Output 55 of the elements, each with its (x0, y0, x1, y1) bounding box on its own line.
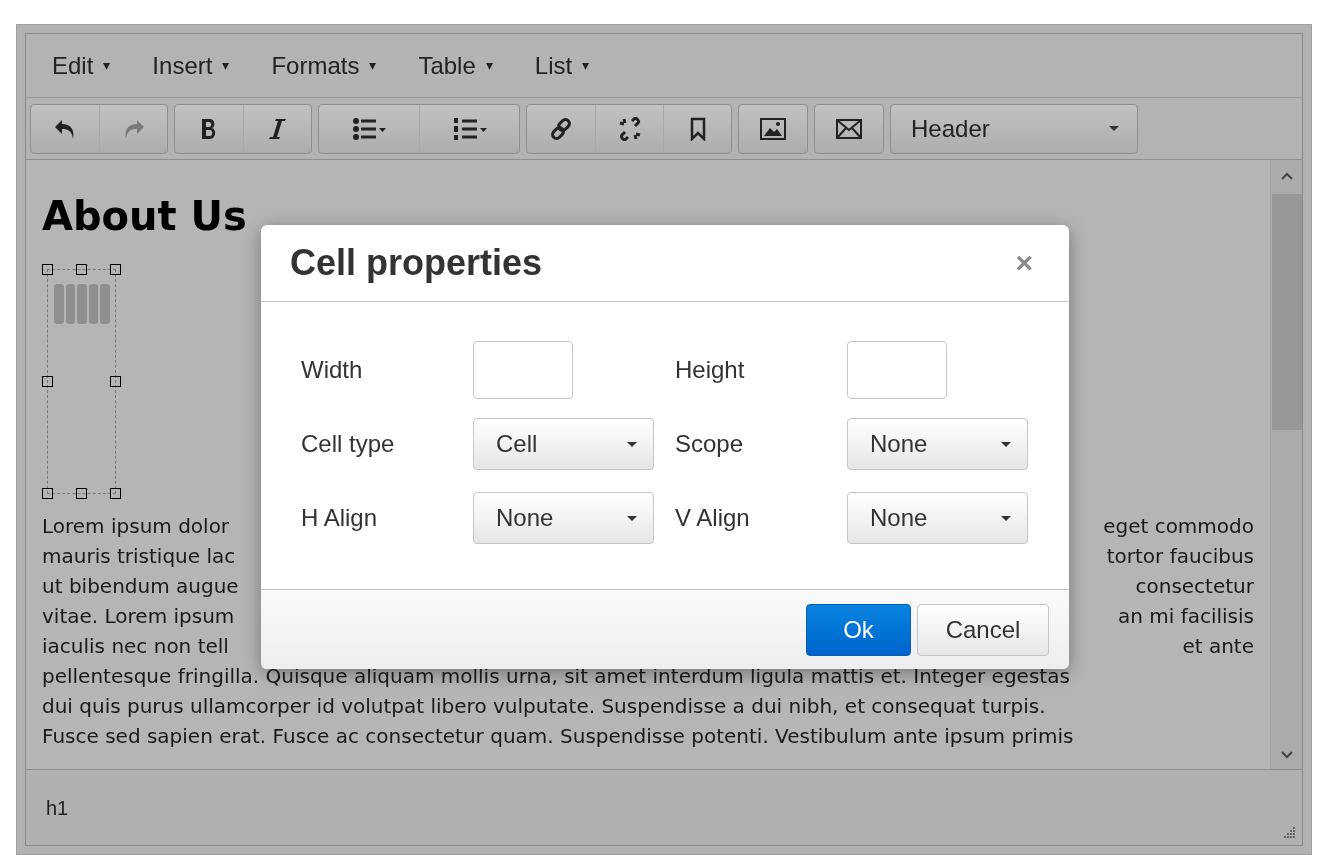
field-label: V Align (675, 503, 751, 533)
menu-item[interactable]: Insert ▾ (140, 45, 242, 86)
menu-item[interactable]: List ▾ (522, 45, 602, 86)
caret-icon (1001, 441, 1011, 447)
paragraph-text: an mi facilisis (1117, 603, 1254, 630)
field-label: H Align (301, 503, 379, 533)
menu-item[interactable]: Table ▾ (406, 45, 505, 86)
dropdown[interactable]: None (847, 492, 1028, 544)
dropdown[interactable]: None (847, 418, 1028, 470)
format-dropdown[interactable]: Header (890, 103, 1138, 154)
paragraph-line: pellentesque fringilla. Quisque aliquam mollis urna, sit amet interdum ligula mattis et. Integer egestas (42, 663, 1070, 690)
close-button[interactable]: × (1015, 248, 1033, 278)
field-label: Height (675, 355, 746, 385)
paragraph-text: vitae. Lorem ipsum (42, 603, 235, 630)
dropdown[interactable]: None (473, 492, 654, 544)
field-label: Width (301, 355, 364, 385)
text-input[interactable] (847, 341, 947, 399)
cancel-button[interactable]: Cancel (917, 603, 1049, 656)
field-label: Cell type (301, 429, 396, 459)
element-path[interactable]: h1 (46, 792, 69, 823)
bookmark-icon (688, 116, 707, 141)
image-icon (760, 117, 786, 140)
paragraph-text: eget commodo (1103, 513, 1254, 540)
dialog-title: Cell properties (290, 241, 543, 285)
paragraph-line: dui quis purus ullamcorper id volutpat libero vulputate. Suspendisse a dui nibh, et consequat turpis. (42, 693, 1046, 720)
resize-handle-icon[interactable] (1282, 825, 1296, 839)
link-icon (549, 116, 573, 141)
ok-button[interactable]: Ok (806, 603, 911, 656)
caret-icon (627, 515, 637, 521)
text-input[interactable] (473, 341, 573, 399)
paragraph-text: ut bibendum augue (42, 573, 239, 600)
italic-icon (267, 116, 288, 141)
dropdown[interactable]: Cell (473, 418, 654, 470)
envelope-icon (836, 118, 862, 139)
caret-icon (1109, 126, 1119, 131)
scrollbar-thumb[interactable] (1271, 194, 1302, 430)
paragraph-line: Fusce sed sapien erat. Fusce ac consectetur quam. Suspendisse potenti. Vestibulum ante ipsum primis (42, 723, 1074, 750)
bullet-list-icon (352, 116, 386, 141)
page-heading: About Us (42, 196, 248, 236)
paragraph-text: consectetur (1135, 573, 1254, 600)
paragraph-text: mauris tristique lac (42, 543, 236, 570)
menu-item[interactable]: Edit ▾ (40, 45, 123, 86)
caret-icon (627, 441, 637, 447)
field-label: Scope (675, 429, 745, 459)
paragraph-text: et ante (1182, 633, 1254, 660)
paragraph-text: Lorem ipsum dolor (42, 513, 230, 540)
paragraph-text: tortor faucibus (1106, 543, 1254, 570)
scroll-up-icon[interactable] (1280, 172, 1293, 180)
broken-link-icon (617, 116, 642, 141)
paragraph-text: iaculis nec non tell (42, 633, 229, 660)
menu-item[interactable]: Formats ▾ (259, 45, 389, 86)
numbered-list-icon (452, 116, 487, 141)
caret-icon (1001, 515, 1011, 521)
scroll-down-icon[interactable] (1280, 751, 1293, 759)
scrollbar[interactable] (1270, 160, 1302, 769)
